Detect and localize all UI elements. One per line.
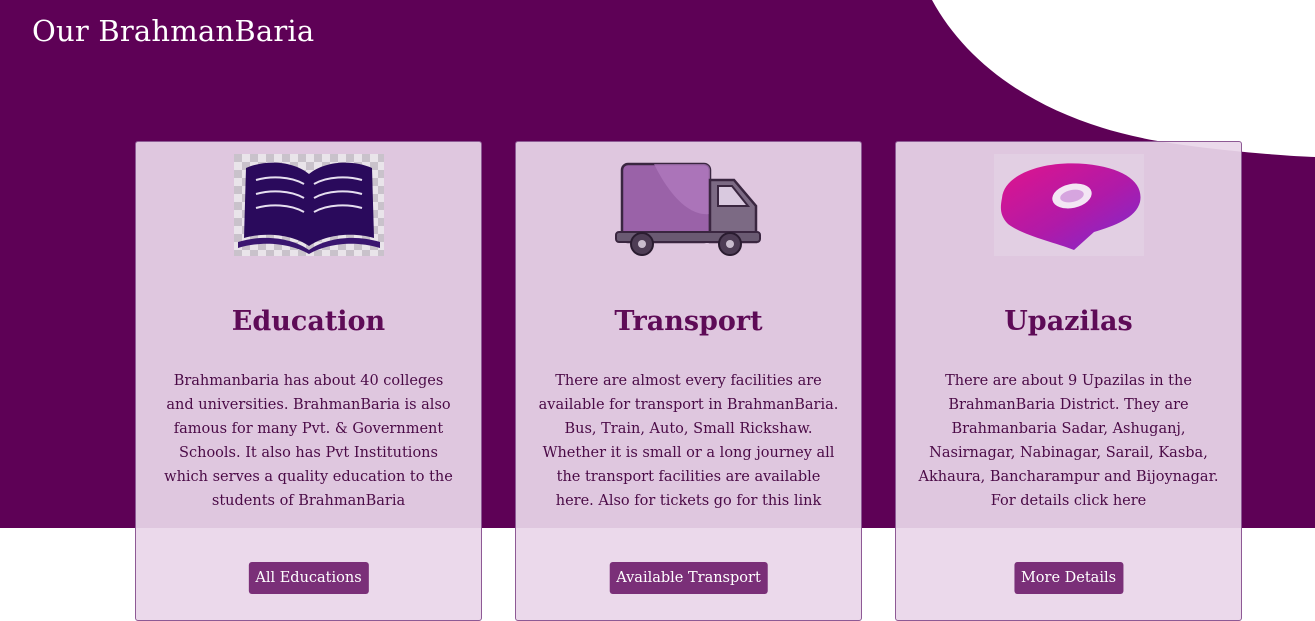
map-pin-icon: [993, 154, 1144, 256]
upazilas-card: Upazilas There are about 9 Upazilas in t…: [895, 141, 1242, 621]
card-description: There are about 9 Upazilas in the Brahma…: [918, 373, 1219, 509]
card-title: Upazilas: [1004, 306, 1133, 337]
all-educations-button[interactable]: All Educations: [248, 562, 369, 594]
site-title: Our BrahmanBaria: [32, 14, 315, 48]
card-description: There are almost every facilities are av…: [538, 373, 839, 509]
card-description: Brahmanbaria has about 40 colleges and u…: [164, 373, 453, 509]
more-details-button[interactable]: More Details: [1013, 562, 1124, 594]
card-title: Transport: [614, 306, 763, 337]
transport-card: Transport There are almost every facilit…: [515, 141, 862, 621]
delivery-truck-icon: [614, 162, 761, 256]
available-transport-button[interactable]: Available Transport: [609, 562, 768, 594]
education-card: Education Brahmanbaria has about 40 coll…: [135, 141, 482, 621]
card-title: Education: [231, 306, 386, 337]
open-book-icon: [233, 154, 384, 256]
